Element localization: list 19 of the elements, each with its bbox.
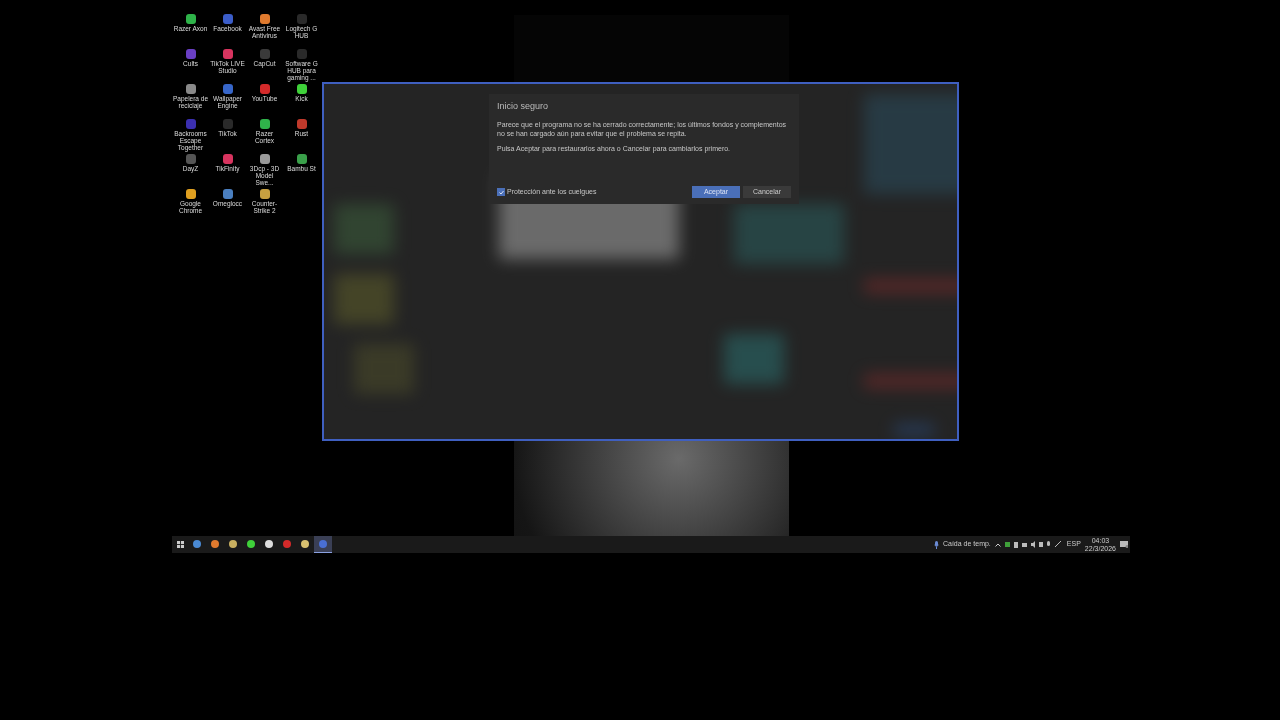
app-icon[interactable]	[222, 49, 233, 59]
tray-icons-drawing	[1004, 541, 1063, 548]
app-icon[interactable]	[296, 84, 307, 94]
app-icon[interactable]	[222, 154, 233, 164]
notification-icon[interactable]	[1120, 541, 1128, 548]
app-icon[interactable]	[259, 119, 270, 129]
app-icon[interactable]	[185, 84, 196, 94]
app-icon[interactable]	[185, 189, 196, 199]
app-icon[interactable]	[259, 189, 270, 199]
dialog-title: Inicio seguro	[497, 101, 550, 112]
app-icon[interactable]	[296, 154, 307, 164]
microphone-icon	[933, 540, 939, 549]
app-icon[interactable]	[185, 14, 196, 24]
windows-icon	[176, 541, 184, 548]
app-icon[interactable]	[259, 154, 270, 164]
app-icon[interactable]	[259, 14, 270, 24]
checkbox[interactable]	[497, 188, 505, 196]
chevron-up-icon[interactable]	[994, 542, 1001, 547]
app-icon[interactable]	[222, 189, 233, 199]
